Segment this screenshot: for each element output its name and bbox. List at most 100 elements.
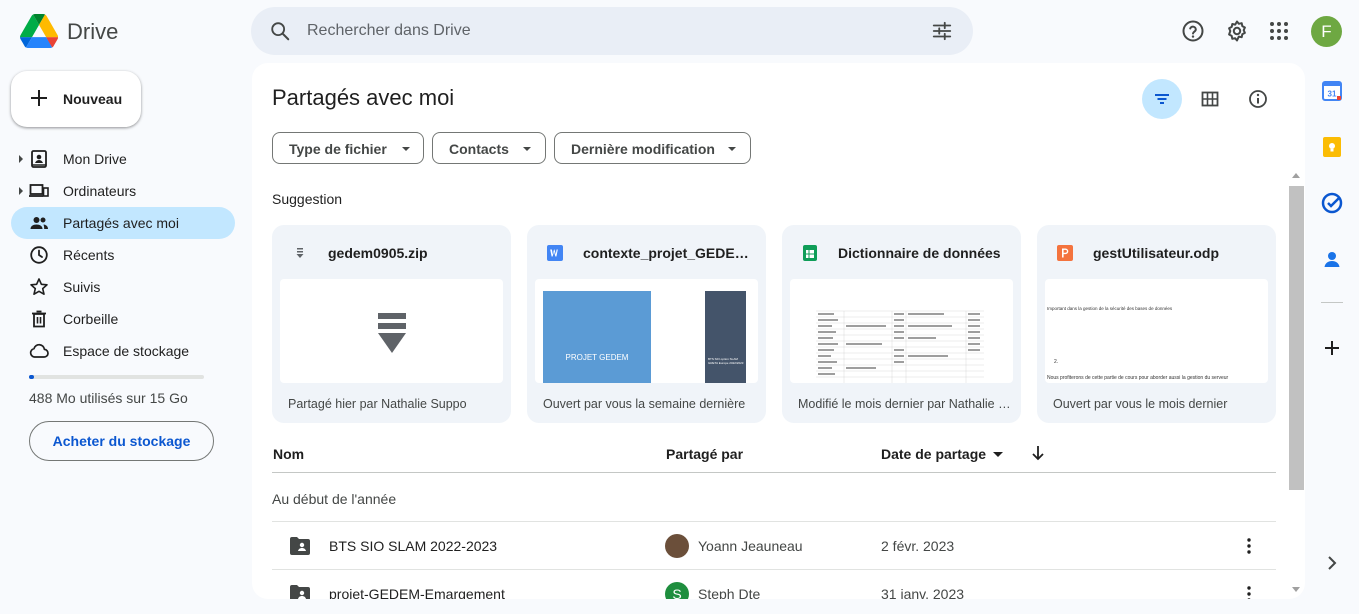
sidebar-item-label: Partagés avec moi [63,215,179,231]
search-options-icon[interactable] [931,20,953,42]
dropdown-arrow-icon [728,147,736,151]
spreadsheet-thumbnail [816,310,984,383]
help-icon[interactable] [1181,19,1205,43]
more-actions-icon[interactable] [1237,536,1261,556]
expand-arrow-icon[interactable] [19,187,23,195]
card-preview [280,279,503,383]
contacts-filter[interactable]: Contacts [432,132,546,164]
grid-view-button[interactable] [1190,79,1230,119]
slide-preview-line: Nous profiterons de cette partie de cour… [1047,375,1229,381]
page-title: Partagés avec moi [272,85,455,110]
sidebar-item-shared-with-me[interactable]: Partagés avec moi [11,207,235,239]
suggestion-card[interactable]: gedem0905.zip Partagé hier par Nathalie … [272,225,511,423]
grid-icon [1201,91,1219,107]
suggestion-heading: Suggestion [272,191,343,207]
trash-icon [32,310,46,328]
column-header-shared-by[interactable]: Partagé par [666,446,743,462]
sidebar-item-label: Ordinateurs [63,183,137,199]
sidebar-item-label: Corbeille [63,311,119,327]
zip-file-icon [296,248,304,258]
sidebar-item-label: Récents [63,247,115,263]
scroll-up-arrow-icon[interactable] [1292,173,1300,178]
search-bar[interactable] [251,7,973,55]
sheets-icon [803,245,817,261]
table-row[interactable]: BTS SIO SLAM 2022-2023 Yoann Jeauneau 2 … [272,522,1276,570]
sort-direction-arrow-icon[interactable] [1030,444,1046,462]
app-name[interactable]: Drive [67,19,118,45]
new-button[interactable]: Nouveau [11,71,141,127]
sidebar-item-my-drive[interactable]: Mon Drive [11,143,235,175]
apps-grid-icon[interactable] [1267,19,1291,43]
tasks-icon[interactable] [1320,191,1344,215]
svg-text:31: 31 [1328,90,1337,99]
column-header-name[interactable]: Nom [273,446,304,462]
calendar-icon[interactable]: 31 [1320,79,1344,103]
sort-dropdown-icon[interactable] [993,452,1003,457]
sidebar-item-label: Espace de stockage [63,343,190,359]
storage-usage-bar [29,375,204,379]
storage-usage-text: 488 Mo utilisés sur 15 Go [29,390,188,406]
search-icon[interactable] [269,20,291,42]
shared-by: Yoann Jeauneau [698,538,803,554]
rail-divider [1321,302,1343,303]
table-row[interactable]: projet-GEDEM-Emargement S Steph Dte 31 j… [272,570,1276,599]
owner-avatar: S [665,582,689,599]
sidebar-item-computers[interactable]: Ordinateurs [11,175,235,207]
card-subtitle: Ouvert par vous le mois dernier [1053,397,1228,411]
owner-avatar [665,534,689,558]
suggestion-card[interactable]: contexte_projet_GEDEM.docx PROJET GEDEM … [527,225,766,423]
keep-notes-icon[interactable] [1320,135,1344,159]
sidebar-item-label: Mon Drive [63,151,127,167]
shared-people-icon [30,217,48,229]
account-avatar[interactable]: F [1311,16,1342,47]
sidebar-item-starred[interactable]: Suivis [11,271,235,303]
slide-preview-line: Important dans la gestion de la sécurité… [1047,306,1173,311]
list-view-button[interactable] [1142,79,1182,119]
contacts-icon[interactable] [1320,247,1344,271]
file-name: projet-GEDEM-Emargement [329,586,505,599]
sidebar-item-storage[interactable]: Espace de stockage [11,335,235,367]
shared-by: Steph Dte [698,586,761,599]
scroll-down-arrow-icon[interactable] [1292,587,1300,592]
card-title: Dictionnaire de données [838,245,1001,261]
search-input[interactable] [307,7,907,55]
share-date: 2 févr. 2023 [881,538,955,554]
shared-folder-icon [290,537,310,555]
card-subtitle: Partagé hier par Nathalie Suppo [288,397,467,411]
card-subtitle: Modifié le mois dernier par Nathalie Sup… [798,397,1013,411]
card-preview: PROJET GEDEM BTS SIO option SLAM GRETA E… [535,279,758,383]
last-modified-filter[interactable]: Dernière modification [554,132,751,164]
sidebar-item-trash[interactable]: Corbeille [11,303,235,335]
expand-arrow-icon[interactable] [19,155,23,163]
card-title: contexte_projet_GEDEM.docx [583,245,753,261]
suggestion-card[interactable]: gestUtilisateur.odp Important dans la ge… [1037,225,1276,423]
dropdown-arrow-icon [402,147,410,151]
scrollbar-thumb[interactable] [1289,186,1304,490]
file-type-filter[interactable]: Type de fichier [272,132,424,164]
buy-storage-button[interactable]: Acheter du stockage [29,421,214,461]
details-button[interactable] [1238,79,1278,119]
my-drive-icon [31,150,47,168]
word-doc-icon [547,245,563,261]
info-icon [1249,90,1267,108]
get-addons-plus-icon[interactable] [1320,336,1344,360]
card-title: gestUtilisateur.odp [1093,245,1220,261]
column-header-date[interactable]: Date de partage [881,446,986,462]
filter-list-icon [1155,94,1169,104]
main-content: Partagés avec moi Type de fichier Contac… [252,63,1305,599]
settings-gear-icon[interactable] [1225,19,1249,43]
card-preview [790,279,1013,383]
card-preview: Important dans la gestion de la sécurité… [1045,279,1268,383]
shared-folder-icon [290,585,310,599]
sidebar-item-label: Suivis [63,279,101,295]
clock-icon [30,246,48,264]
new-button-label: Nouveau [63,91,123,107]
star-icon [30,278,48,295]
suggestion-card[interactable]: Dictionnaire de données Modifié le mois … [782,225,1021,423]
sidebar-item-recent[interactable]: Récents [11,239,235,271]
drive-logo-icon[interactable] [20,13,58,49]
more-actions-icon[interactable] [1237,584,1261,599]
doc-cover-title: PROJET GEDEM [565,353,629,362]
share-date: 31 janv. 2023 [881,586,965,599]
expand-side-panel-icon[interactable] [1326,555,1338,571]
